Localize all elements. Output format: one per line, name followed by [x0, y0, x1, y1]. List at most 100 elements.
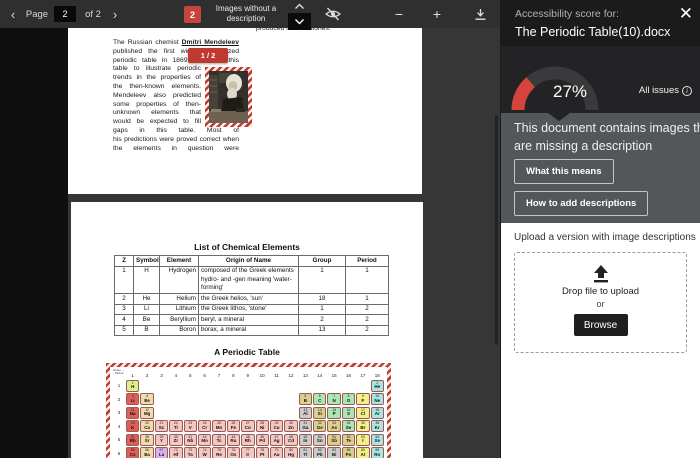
what-this-means-button[interactable]: What this means [514, 159, 614, 184]
table-row: 5BBoronborax, a mineral132 [115, 325, 389, 336]
upload-heading: Upload a version with image descriptions [514, 232, 696, 243]
browse-button[interactable]: Browse [574, 314, 628, 336]
pt-element-Xe: 54Xe [371, 434, 384, 446]
pt-element-Si: 14Si [313, 407, 326, 419]
doc-text-line: some properties of then- [113, 101, 201, 110]
table-header-cell: Origin of Name [199, 256, 299, 267]
pt-element-Al: 13Al [299, 407, 312, 419]
pt-element-Bi: 83Bi [327, 447, 340, 458]
pt-element-Mn: 25Mn [212, 420, 225, 432]
pt-element-Na: 11Na [126, 407, 139, 419]
prev-page-button[interactable]: ‹ [4, 0, 22, 28]
table-cell: Helium [160, 294, 199, 305]
document-filename: The Periodic Table(10).docx [515, 25, 670, 39]
pt-group-number: 16 [342, 373, 355, 378]
viewer-scrollbar[interactable] [495, 115, 498, 345]
next-issue-button[interactable] [288, 13, 311, 30]
close-icon[interactable]: ✕ [679, 3, 693, 25]
all-issues-label: All issues [639, 85, 679, 96]
table-cell: 18 [299, 294, 346, 305]
pt-element-Pb: 82Pb [313, 447, 326, 458]
all-issues-link[interactable]: All issues i [639, 85, 692, 96]
table-cell: 1 [346, 294, 389, 305]
doc-text-line: table to illustrate periodic [113, 65, 201, 74]
table-cell: Beryllium [160, 315, 199, 326]
pt-element-Br: 35Br [356, 420, 369, 432]
pt-period-row: 537Rb38Sr39Y40Zr41Nb42Mo43Tc44Ru45Rh46Pd… [113, 434, 384, 446]
info-icon: i [682, 86, 692, 96]
pt-element-K: 19K [126, 420, 139, 432]
pt-element-Rh: 45Rh [241, 434, 254, 446]
pt-period-number: 4 [113, 420, 125, 432]
pt-element-Zn: 30Zn [284, 420, 297, 432]
doc-text-line: his predictions were proved correct when [113, 136, 239, 145]
pt-period-number: 6 [113, 447, 125, 458]
pt-element-Hf: 72Hf [169, 447, 182, 458]
pt-group-number: 18 [371, 373, 384, 378]
table-header-cell: Group [299, 256, 346, 267]
page-number-input[interactable] [54, 6, 76, 22]
previous-issue-button[interactable] [288, 0, 311, 13]
pt-group-number: 10 [256, 373, 269, 378]
pt-element-Rb: 37Rb [126, 434, 139, 446]
pt-element-H: 1H [126, 380, 139, 392]
pt-element-B: 5B [299, 393, 312, 405]
pt-group-number: 17 [356, 373, 369, 378]
drop-file-label: Drop file to upload [562, 286, 639, 297]
pt-group-number: 4 [169, 373, 182, 378]
pt-element-Nb: 41Nb [184, 434, 197, 446]
how-to-add-descriptions-button[interactable]: How to add descriptions [514, 191, 648, 216]
periodic-table-title: A Periodic Table [71, 347, 423, 357]
pt-element-Ta: 73Ta [184, 447, 197, 458]
viewer-left-margin [0, 28, 68, 458]
pt-element-La: 57La [155, 447, 168, 458]
pt-element-F: 9F [356, 393, 369, 405]
pt-element-Hg: 80Hg [284, 447, 297, 458]
pt-element-Zr: 40Zr [169, 434, 182, 446]
pt-element-Sn: 50Sn [313, 434, 326, 446]
zoom-in-button[interactable]: + [426, 0, 448, 28]
document-page-2: List of Chemical Elements ZSymbolElement… [71, 202, 423, 458]
table-cell: H [134, 266, 160, 294]
download-button[interactable] [468, 0, 492, 28]
ally-preview-window: produced in laboratories. The Russian ch… [0, 0, 700, 458]
table-cell: composed of the Greek elements hydro- an… [199, 266, 299, 294]
table-row: 4BeBerylliumberyl, a mineral22 [115, 315, 389, 326]
pt-period-row: 419K20Ca21Sc22Ti23V24Cr25Mn26Fe27Co28Ni2… [113, 420, 384, 432]
toggle-highlights-button[interactable] [320, 0, 346, 28]
table-cell: 4 [115, 315, 134, 326]
table-cell: the Greek lithos, 'stone' [199, 304, 299, 315]
pt-element-P: 15P [327, 407, 340, 419]
issue-message: This document contains images that are m… [514, 120, 700, 155]
pt-element-S: 16S [342, 407, 355, 419]
panel-header: Accessibility score for: The Periodic Ta… [501, 0, 700, 46]
pt-group-number: 15 [327, 373, 340, 378]
doc-text-line: gaps in this table. Most of [113, 127, 239, 136]
next-page-button[interactable]: › [106, 0, 124, 28]
pt-element-Sb: 51Sb [327, 434, 340, 446]
table-header-cell: Element [160, 256, 199, 267]
table-row: 2HeHeliumthe Greek helios, 'sun'181 [115, 294, 389, 305]
chevron-down-icon [294, 18, 305, 25]
score-subtitle: Accessibility score for: [515, 8, 619, 20]
table-cell: He [134, 294, 160, 305]
table-row: 3LiLithiumthe Greek lithos, 'stone'12 [115, 304, 389, 315]
table-header-cell: Symbol [134, 256, 160, 267]
table-cell: 3 [115, 304, 134, 315]
table-cell: 13 [299, 325, 346, 336]
accessibility-panel: Accessibility score for: The Periodic Ta… [500, 0, 700, 458]
gauge-notch [548, 113, 570, 121]
pt-group-number: 1 [126, 373, 139, 378]
chevron-up-icon [294, 3, 305, 10]
file-dropzone[interactable]: Drop file to upload or Browse [514, 252, 687, 353]
doc-text-line: the elements in question were [113, 145, 239, 154]
flagged-image-highlight [205, 67, 252, 127]
pt-element-Au: 79Au [270, 447, 283, 458]
document-viewer: produced in laboratories. The Russian ch… [0, 0, 500, 458]
download-icon [474, 8, 487, 21]
pt-element-Ti: 22Ti [169, 420, 182, 432]
zoom-out-button[interactable]: − [388, 0, 410, 28]
pt-element-Kr: 36Kr [371, 420, 384, 432]
pt-group-number: 14 [313, 373, 326, 378]
pt-element-Be: 4Be [140, 393, 153, 405]
